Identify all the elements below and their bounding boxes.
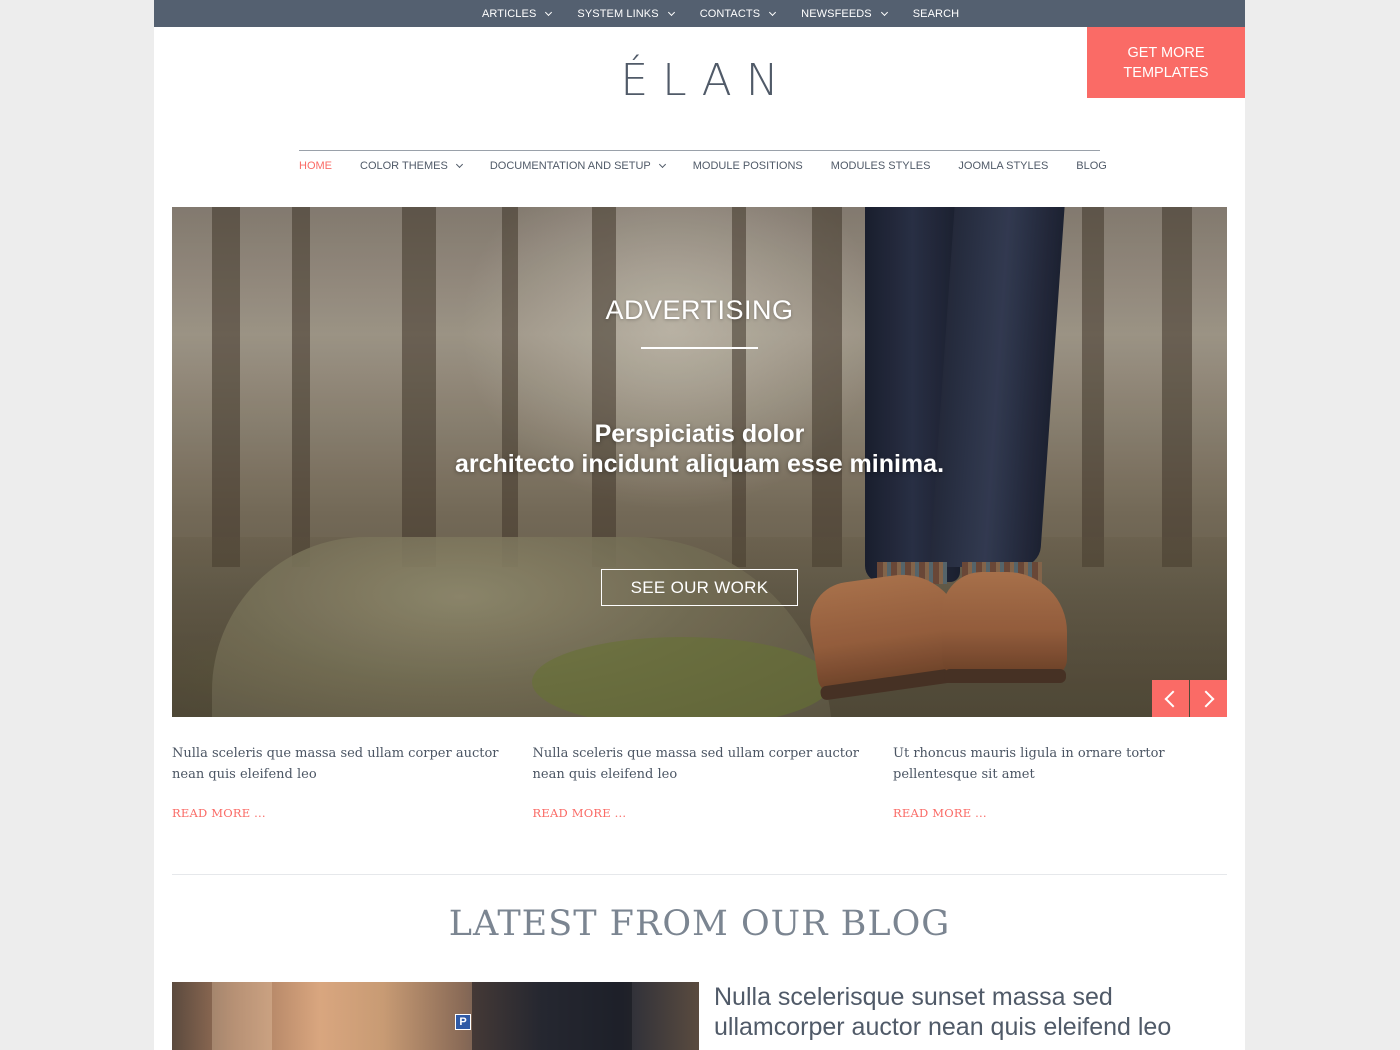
- top-nav: ARTICLES SYSTEM LINKS CONTACTS NEWSFEEDS…: [482, 0, 959, 27]
- blog-heading: LATEST FROM OUR BLOG: [448, 904, 951, 944]
- slider-prev-button[interactable]: [1152, 680, 1189, 717]
- hero-subtitle-line: architecto incidunt aliquam esse minima.: [454, 450, 945, 478]
- hero-subtitle-line: Perspiciatis dolor: [594, 420, 805, 448]
- hero-subtitle: Perspiciatis dolor architecto incidunt a…: [172, 419, 1227, 479]
- section-divider: [172, 874, 1227, 875]
- topnav-label: SEARCH: [912, 7, 960, 20]
- mainnav-item-home[interactable]: HOME: [299, 160, 332, 172]
- mainnav-label: BLOG: [1076, 160, 1107, 172]
- read-more-link[interactable]: READ MORE ...: [893, 806, 1227, 820]
- mainnav-item-module-positions[interactable]: MODULE POSITIONS: [693, 160, 803, 172]
- topnav-item-newsfeeds[interactable]: NEWSFEEDS: [801, 7, 888, 20]
- mainnav-label: JOOMLA STYLES: [958, 160, 1049, 172]
- hero-slider: ADVERTISING Perspiciatis dolor architect…: [172, 207, 1227, 717]
- topnav-item-contacts[interactable]: CONTACTS: [699, 7, 777, 20]
- mainnav-label: HOME: [299, 160, 332, 172]
- slider-next-button[interactable]: [1190, 680, 1227, 717]
- mainnav-item-documentation[interactable]: DOCUMENTATION AND SETUP: [489, 160, 666, 172]
- teaser-item: Nulla sceleris que massa sed ullam corpe…: [533, 744, 867, 820]
- teaser-row: Nulla sceleris que massa sed ullam corpe…: [172, 744, 1227, 820]
- teaser-item: Ut rhoncus mauris ligula in ornare torto…: [893, 744, 1227, 820]
- parking-sign-icon: P: [455, 1014, 471, 1030]
- topnav-label: NEWSFEEDS: [801, 7, 872, 20]
- mainnav-item-blog[interactable]: BLOG: [1076, 160, 1107, 172]
- page: ARTICLES SYSTEM LINKS CONTACTS NEWSFEEDS…: [154, 0, 1245, 1050]
- topnav-item-articles[interactable]: ARTICLES: [482, 7, 553, 20]
- hero-title: ADVERTISING: [605, 295, 794, 325]
- topnav-label: SYSTEM LINKS: [577, 7, 659, 20]
- blog-post-image[interactable]: P: [172, 982, 699, 1050]
- mainnav-item-modules-styles[interactable]: MODULES STYLES: [831, 160, 931, 172]
- teaser-text: Nulla sceleris que massa sed ullam corpe…: [172, 746, 499, 782]
- mainnav-item-joomla-styles[interactable]: JOOMLA STYLES: [958, 160, 1048, 172]
- topnav-item-system-links[interactable]: SYSTEM LINKS: [577, 7, 675, 20]
- main-nav: HOME COLOR THEMES DOCUMENTATION AND SETU…: [299, 150, 1107, 180]
- see-our-work-button[interactable]: SEE OUR WORK: [601, 569, 798, 606]
- image-building: [472, 982, 632, 1050]
- chevron-left-icon: [1164, 690, 1182, 707]
- topnav-item-search[interactable]: SEARCH: [913, 8, 959, 20]
- mainnav-label: MODULE POSITIONS: [692, 160, 803, 172]
- mainnav-label: COLOR THEMES: [360, 160, 448, 172]
- chevron-down-icon: [769, 8, 777, 16]
- blog-post-title[interactable]: Nulla scelerisque sunset massa sed ullam…: [714, 982, 1234, 1042]
- chevron-down-icon: [667, 8, 675, 16]
- mainnav-item-color-themes[interactable]: COLOR THEMES: [360, 160, 463, 172]
- read-more-link[interactable]: READ MORE ...: [533, 806, 867, 820]
- image-building: [212, 982, 272, 1050]
- teaser-item: Nulla sceleris que massa sed ullam corpe…: [172, 744, 506, 820]
- chevron-down-icon: [658, 160, 666, 169]
- hero-divider: [641, 347, 758, 349]
- mainnav-label: MODULES STYLES: [830, 160, 931, 172]
- teaser-text: Ut rhoncus mauris ligula in ornare torto…: [893, 746, 1165, 782]
- topnav-label: CONTACTS: [699, 7, 761, 20]
- mainnav-label: DOCUMENTATION AND SETUP: [489, 160, 651, 172]
- chevron-down-icon: [455, 160, 463, 169]
- chevron-down-icon: [880, 8, 888, 16]
- chevron-down-icon: [545, 8, 553, 16]
- top-bar: ARTICLES SYSTEM LINKS CONTACTS NEWSFEEDS…: [154, 0, 1245, 27]
- site-logo[interactable]: ÉLAN: [154, 55, 1245, 106]
- chevron-right-icon: [1197, 690, 1215, 707]
- teaser-text: Nulla sceleris que massa sed ullam corpe…: [532, 746, 860, 782]
- topnav-label: ARTICLES: [482, 7, 537, 20]
- read-more-link[interactable]: READ MORE ...: [172, 806, 506, 820]
